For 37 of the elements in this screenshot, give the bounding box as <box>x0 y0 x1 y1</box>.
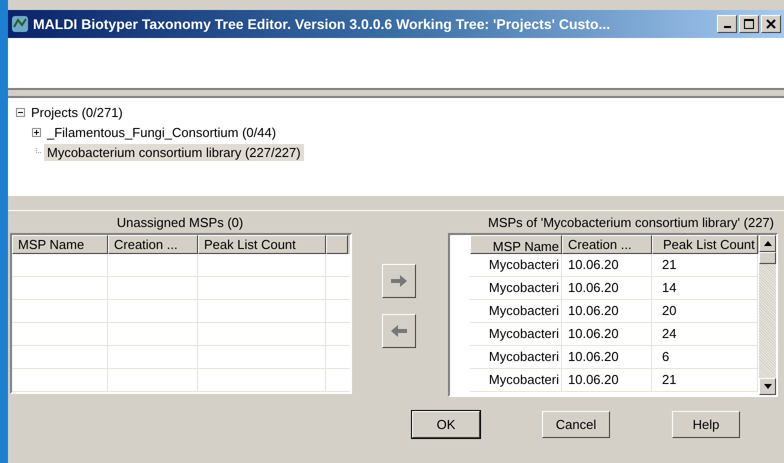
column-header[interactable]: Creation ... <box>108 235 198 254</box>
tree-item[interactable]: Mycobacterium consortium library (227/227) <box>44 144 304 160</box>
list-title: MSPs of 'Mycobacterium consortium library' (227) <box>487 215 775 232</box>
column-header[interactable]: MSP Name <box>470 235 562 254</box>
unassign-button[interactable] <box>382 314 416 348</box>
dialog-button[interactable]: OK <box>412 411 480 438</box>
up-arrow-icon <box>764 241 772 246</box>
column-header[interactable]: Peak List Count <box>652 235 758 254</box>
close-icon <box>766 19 776 29</box>
tree-item[interactable]: Projects (0/271) <box>28 104 126 120</box>
collapse-icon[interactable] <box>16 108 25 116</box>
list-title: Unassigned MSPs (0) <box>116 215 244 232</box>
down-arrow-icon <box>764 384 772 389</box>
minimize-icon <box>724 26 730 28</box>
assign-button[interactable] <box>382 264 416 298</box>
table-cell: 21 <box>652 369 758 392</box>
table-cell: 10.06.20 <box>562 369 652 392</box>
expand-icon[interactable] <box>32 128 41 136</box>
dialog-button[interactable]: Cancel <box>542 411 610 438</box>
app-icon <box>11 15 29 33</box>
close-button[interactable] <box>761 15 781 33</box>
column-header[interactable]: Creation ... <box>562 235 652 254</box>
column-header[interactable]: Peak List Count <box>198 235 326 254</box>
maximize-button[interactable] <box>739 15 759 33</box>
minimize-button[interactable] <box>717 15 737 33</box>
arrow-right-icon <box>391 275 407 287</box>
maximize-icon <box>744 19 754 29</box>
arrow-left-icon <box>391 325 407 337</box>
table-cell: Mycobacteri <box>470 369 562 392</box>
scroll-up-button[interactable] <box>759 235 776 252</box>
dialog-button[interactable]: Help <box>672 411 740 438</box>
scroll-thumb[interactable] <box>759 252 776 264</box>
window-title: MALDI Biotyper Taxonomy Tree Editor. Version 3.0.0.6 Working Tree: 'Projects' Custo... <box>33 16 612 32</box>
scrollbar[interactable] <box>759 235 776 395</box>
scroll-down-button[interactable] <box>759 378 776 395</box>
column-header[interactable]: MSP Name <box>12 235 108 254</box>
tree-item[interactable]: _Filamentous_Fungi_Consortium (0/44) <box>44 124 280 140</box>
